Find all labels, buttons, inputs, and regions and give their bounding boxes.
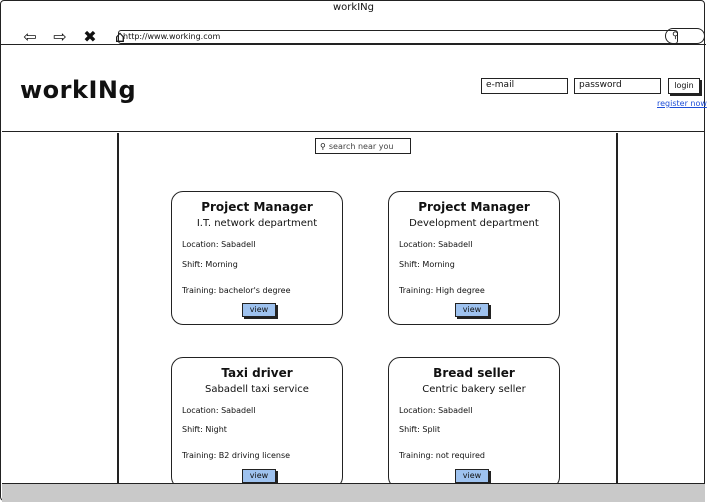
job-location: Location: Sabadell xyxy=(182,406,256,415)
search-near-input[interactable]: ⚲ search near you xyxy=(315,138,411,154)
view-button[interactable]: view xyxy=(455,303,489,317)
login-button[interactable]: login xyxy=(668,78,700,94)
job-shift: Shift: Morning xyxy=(399,260,455,269)
view-button[interactable]: view xyxy=(242,469,276,483)
address-bar[interactable]: http://www.working.com xyxy=(118,30,678,44)
job-department: I.T. network department xyxy=(196,218,318,229)
window-title: workINg xyxy=(333,2,374,13)
footer-bar xyxy=(2,483,705,502)
job-shift: Shift: Split xyxy=(399,425,441,434)
site-logo[interactable]: workINg xyxy=(20,76,136,104)
job-training: Training: High degree xyxy=(399,286,485,295)
view-button[interactable]: view xyxy=(242,303,276,317)
job-card: Project Manager I.T. network department … xyxy=(171,191,343,325)
job-department: Development department xyxy=(409,218,539,229)
job-card: Bread seller Centric bakery seller Locat… xyxy=(388,357,560,489)
email-field[interactable]: e-mail xyxy=(481,78,568,94)
job-location: Location: Sabadell xyxy=(399,240,473,249)
search-placeholder: search near you xyxy=(328,141,394,151)
job-location: Location: Sabadell xyxy=(182,240,256,249)
job-shift: Shift: Night xyxy=(182,425,227,434)
job-title: Project Manager xyxy=(201,200,313,214)
back-arrow-icon[interactable]: ⇦ xyxy=(21,28,39,46)
job-training: Training: B2 driving license xyxy=(182,451,291,460)
search-icon: ⚲ xyxy=(320,141,326,151)
password-field[interactable]: password xyxy=(574,78,661,94)
job-training: Training: not required xyxy=(399,451,485,460)
search-icon: ⚲ xyxy=(672,31,679,41)
left-column-divider xyxy=(117,133,119,483)
job-department: Sabadell taxi service xyxy=(205,384,309,395)
nav-icons: ⇦ ⇨ ✖ ⌂ xyxy=(21,27,129,47)
job-title: Project Manager xyxy=(418,200,530,214)
job-title: Bread seller xyxy=(433,366,515,380)
job-title: Taxi driver xyxy=(221,366,293,380)
close-icon[interactable]: ✖ xyxy=(81,28,99,46)
register-link[interactable]: register now xyxy=(657,99,707,108)
view-button[interactable]: view xyxy=(455,469,489,483)
browser-search-box[interactable]: ⚲ xyxy=(665,28,705,44)
browser-window: workINg ⇦ ⇨ ✖ ⌂ http://www.working.com ⚲… xyxy=(0,0,707,502)
browser-titlebar: workINg ⇦ ⇨ ✖ ⌂ http://www.working.com ⚲ xyxy=(1,1,706,45)
job-training: Training: bachelor's degree xyxy=(182,286,291,295)
job-card: Taxi driver Sabadell taxi service Locati… xyxy=(171,357,343,489)
job-department: Centric bakery seller xyxy=(422,384,526,395)
right-column-divider xyxy=(616,133,618,483)
job-shift: Shift: Morning xyxy=(182,260,238,269)
forward-arrow-icon[interactable]: ⇨ xyxy=(51,28,69,46)
job-card: Project Manager Development department L… xyxy=(388,191,560,325)
job-location: Location: Sabadell xyxy=(399,406,473,415)
